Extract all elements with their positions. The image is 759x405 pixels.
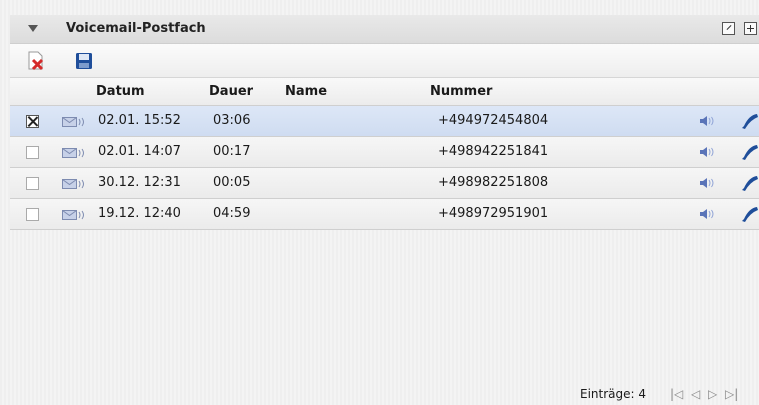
panel-header: Voicemail-Postfach bbox=[10, 15, 759, 44]
table-header: Datum Dauer Name Nummer bbox=[10, 78, 759, 106]
nummer-cell: +494972454804 bbox=[438, 113, 549, 128]
panel-title: Voicemail-Postfach bbox=[66, 21, 206, 36]
dauer-cell: 03:06 bbox=[213, 113, 251, 128]
nummer-cell: +498942251841 bbox=[438, 144, 549, 159]
first-page-icon[interactable]: |◁ bbox=[670, 387, 683, 401]
envelope-sound-icon bbox=[62, 210, 84, 220]
last-page-icon[interactable]: ▷| bbox=[725, 387, 738, 401]
toolbar bbox=[10, 44, 759, 78]
floppy-disk-icon bbox=[76, 53, 92, 69]
dauer-cell: 00:17 bbox=[213, 144, 251, 159]
footer: Einträge: 4 |◁ ◁ ▷ ▷| bbox=[10, 380, 759, 405]
column-dauer[interactable]: Dauer bbox=[209, 84, 253, 99]
plus-icon[interactable] bbox=[744, 22, 757, 35]
nummer-cell: +498972951901 bbox=[438, 206, 549, 221]
speaker-icon[interactable] bbox=[698, 208, 718, 220]
next-page-icon[interactable]: ▷ bbox=[708, 387, 717, 401]
envelope-sound-icon bbox=[62, 179, 84, 189]
expand-window-icon[interactable] bbox=[722, 22, 735, 35]
column-datum[interactable]: Datum bbox=[96, 84, 145, 99]
row-checkbox[interactable] bbox=[26, 146, 39, 159]
delete-button[interactable] bbox=[26, 51, 46, 71]
datum-cell: 02.01. 15:52 bbox=[98, 113, 181, 128]
nummer-cell: +498982251808 bbox=[438, 175, 549, 190]
datum-cell: 30.12. 12:31 bbox=[98, 175, 181, 190]
column-nummer[interactable]: Nummer bbox=[430, 84, 492, 99]
column-name[interactable]: Name bbox=[285, 84, 327, 99]
dauer-cell: 04:59 bbox=[213, 206, 251, 221]
datum-cell: 02.01. 14:07 bbox=[98, 144, 181, 159]
envelope-sound-icon bbox=[62, 148, 84, 158]
row-checkbox[interactable] bbox=[26, 115, 39, 128]
dauer-cell: 00:05 bbox=[213, 175, 251, 190]
speaker-icon[interactable] bbox=[698, 115, 718, 127]
envelope-sound-icon bbox=[62, 117, 84, 127]
table-row[interactable]: 02.01. 14:07 00:17 +498942251841 bbox=[10, 137, 759, 168]
delete-document-icon bbox=[28, 51, 44, 71]
prev-page-icon[interactable]: ◁ bbox=[691, 387, 700, 401]
save-button[interactable] bbox=[74, 51, 94, 71]
datum-cell: 19.12. 12:40 bbox=[98, 206, 181, 221]
table-row[interactable]: 19.12. 12:40 04:59 +498972951901 bbox=[10, 199, 759, 230]
row-checkbox[interactable] bbox=[26, 208, 39, 221]
speaker-icon[interactable] bbox=[698, 146, 718, 158]
table-row[interactable]: 30.12. 12:31 00:05 +498982251808 bbox=[10, 168, 759, 199]
phone-handset-icon[interactable] bbox=[740, 143, 759, 161]
entries-count: Einträge: 4 bbox=[580, 387, 647, 401]
table-row[interactable]: 02.01. 15:52 03:06 +494972454804 bbox=[10, 106, 759, 137]
collapse-triangle-icon[interactable] bbox=[28, 25, 38, 32]
phone-handset-icon[interactable] bbox=[740, 205, 759, 223]
phone-handset-icon[interactable] bbox=[740, 112, 759, 130]
phone-handset-icon[interactable] bbox=[740, 174, 759, 192]
row-checkbox[interactable] bbox=[26, 177, 39, 190]
speaker-icon[interactable] bbox=[698, 177, 718, 189]
